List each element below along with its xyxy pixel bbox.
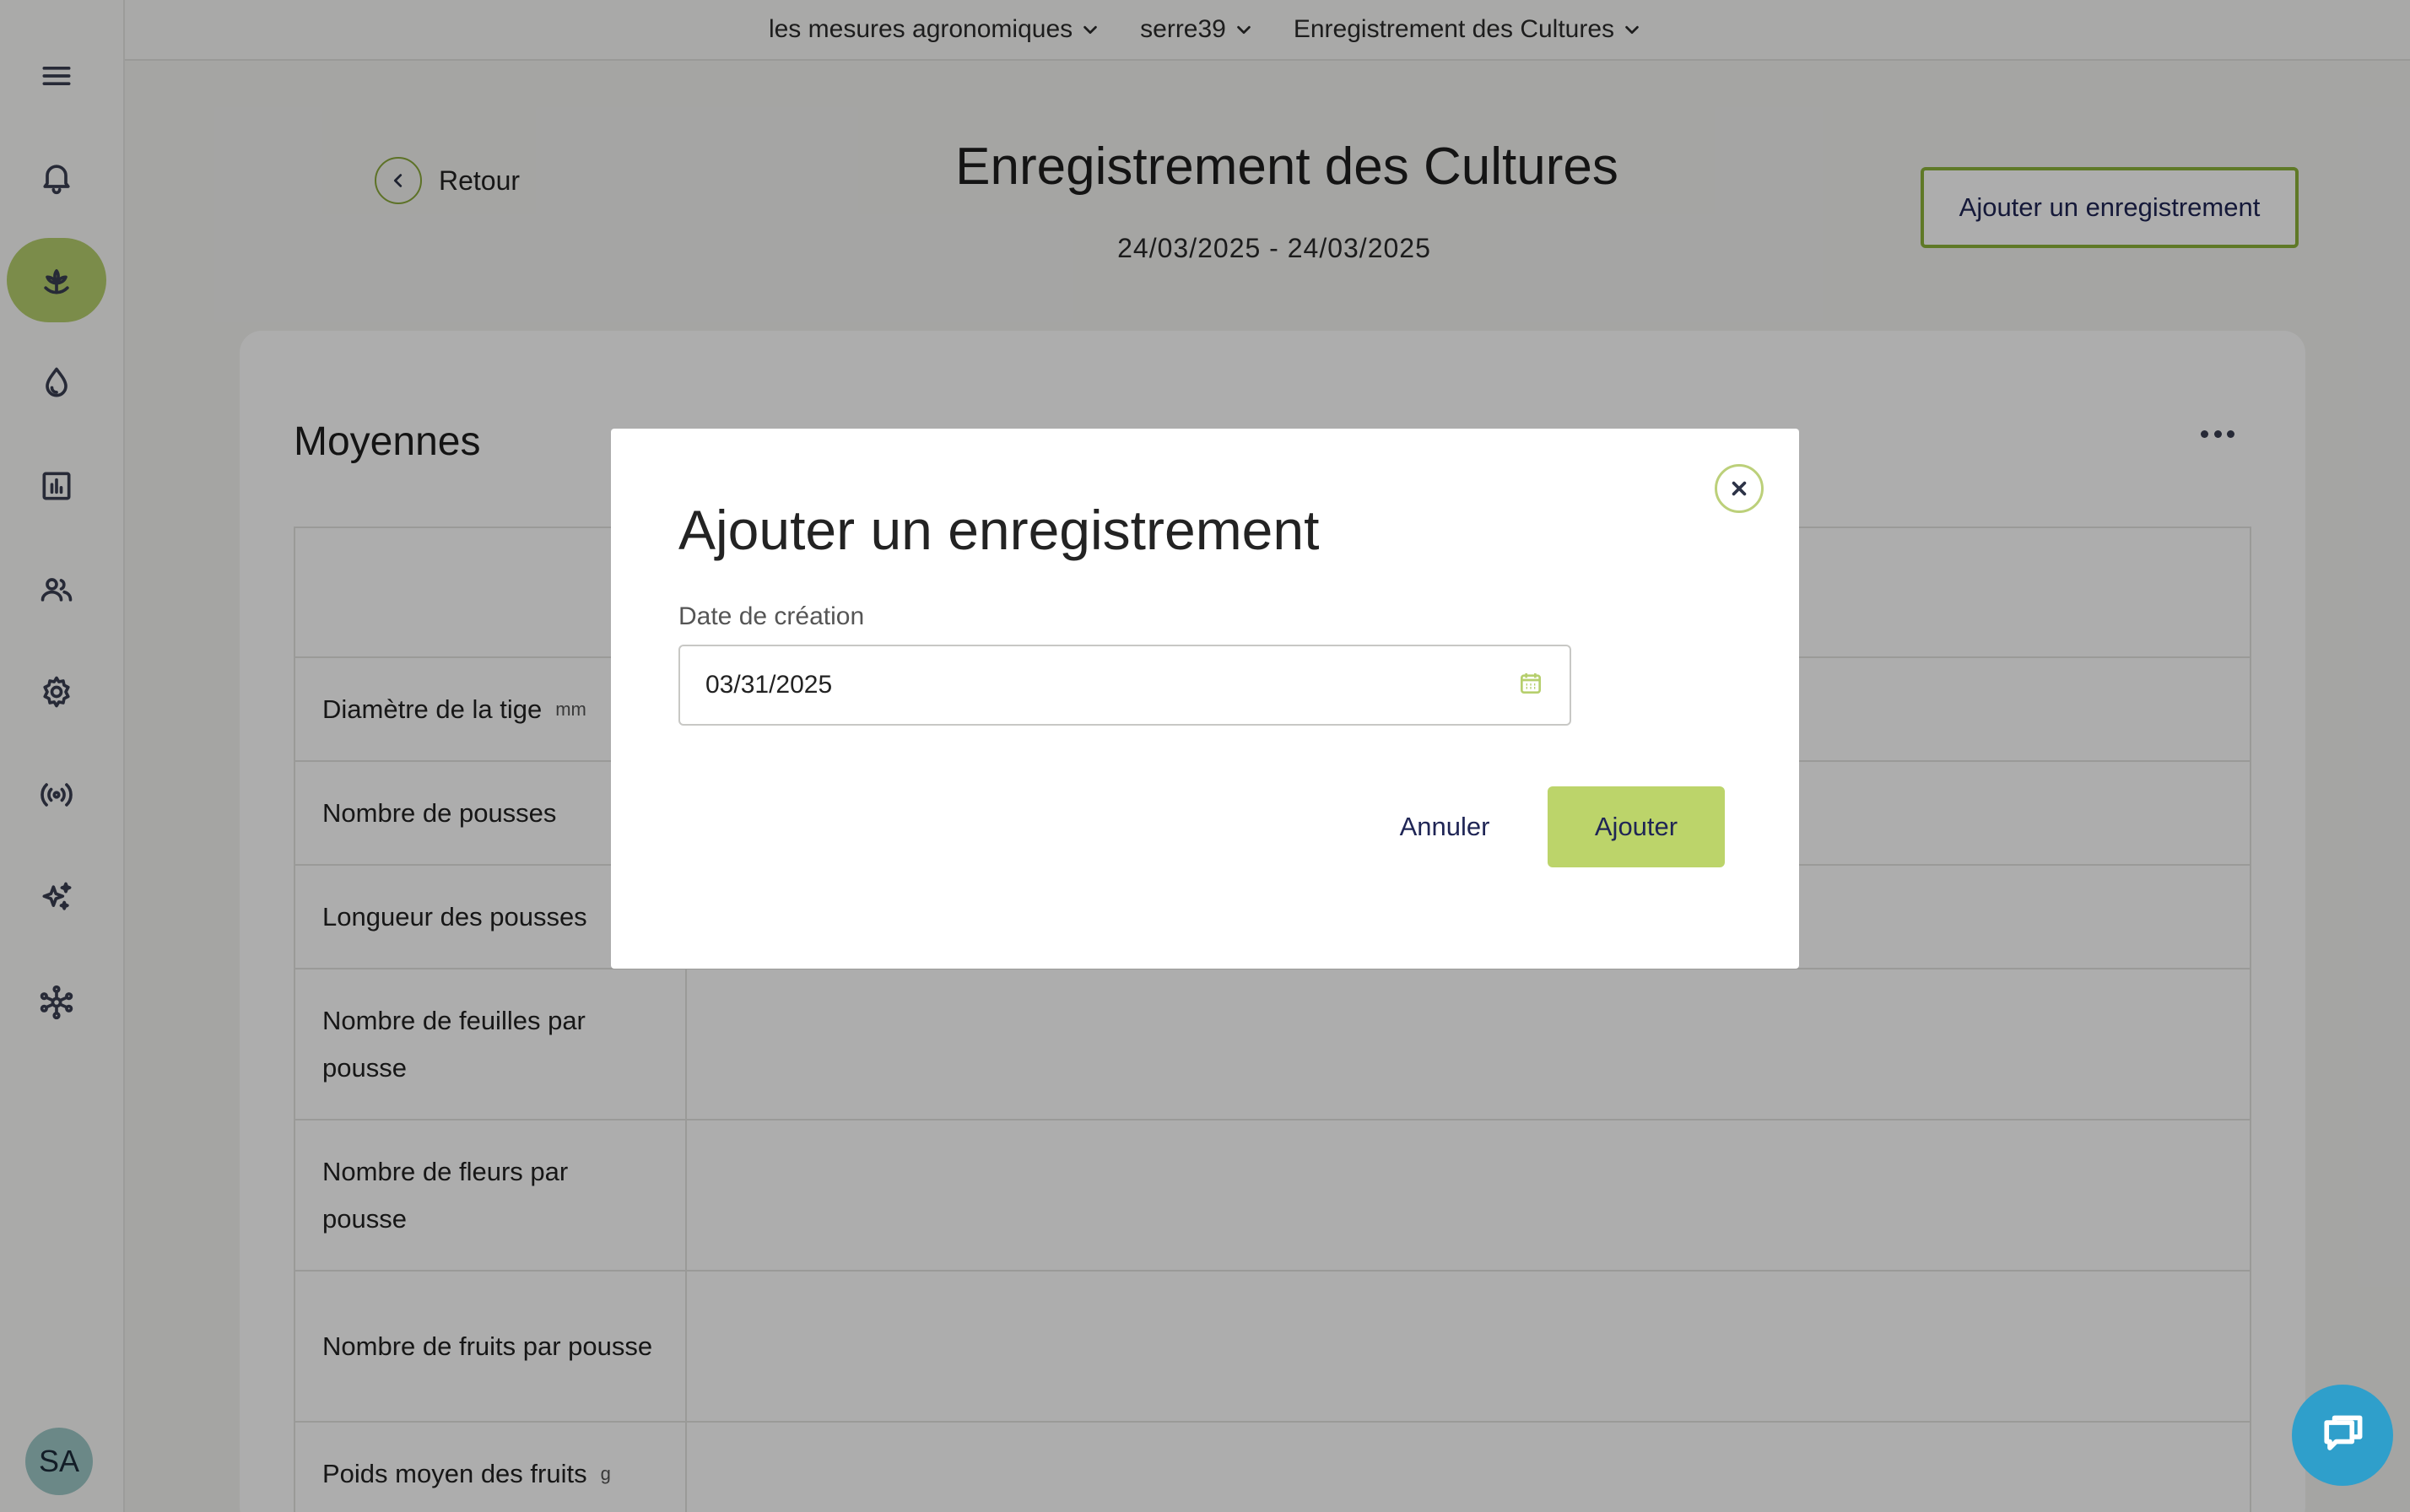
- chat-button[interactable]: [2292, 1385, 2393, 1486]
- calendar-icon[interactable]: [1517, 670, 1544, 701]
- submit-button[interactable]: Ajouter: [1548, 786, 1725, 867]
- cancel-button[interactable]: Annuler: [1377, 786, 1512, 867]
- close-button[interactable]: [1715, 464, 1764, 513]
- creation-date-field[interactable]: [678, 645, 1571, 726]
- creation-date-label: Date de création: [678, 602, 865, 630]
- creation-date-input[interactable]: [705, 671, 1517, 699]
- add-record-dialog: Ajouter un enregistrement Date de créati…: [611, 429, 1799, 969]
- close-icon: [1732, 481, 1747, 496]
- dialog-title: Ajouter un enregistrement: [678, 499, 1320, 561]
- chat-icon: [2324, 1415, 2363, 1450]
